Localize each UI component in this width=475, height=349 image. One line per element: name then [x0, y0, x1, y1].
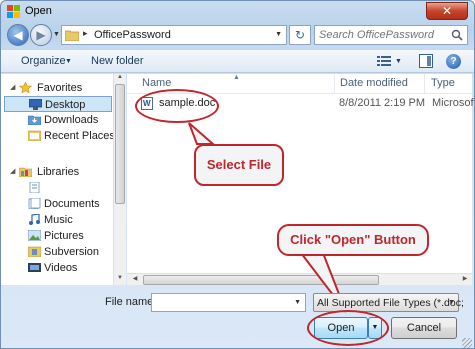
scroll-up-icon[interactable]: ▲ [114, 74, 126, 84]
scroll-down-icon[interactable]: ▼ [114, 275, 126, 285]
help-button[interactable]: ? [446, 54, 461, 69]
nav-item-desktop[interactable]: Desktop [4, 96, 112, 112]
nav-item-unnamed[interactable] [1, 180, 113, 196]
star-icon [19, 82, 32, 93]
title-bar: Open ✕ [1, 1, 474, 23]
nav-item-label: Pictures [44, 230, 84, 242]
folder-icon [65, 30, 79, 41]
file-type-value: All Supported File Types (*.doc; [317, 297, 464, 309]
libraries-icon [19, 167, 32, 177]
file-type-dropdown-icon[interactable]: ▼ [448, 299, 455, 306]
change-view-icon[interactable] [377, 55, 391, 67]
search-input[interactable] [317, 27, 445, 43]
downloads-icon [28, 115, 41, 125]
new-folder-button[interactable]: New folder [91, 55, 144, 67]
file-name-label: File name: [105, 296, 157, 308]
click-open-callout: Click "Open" Button [277, 224, 429, 256]
forward-arrow-icon: ▶ [36, 28, 46, 42]
preview-pane-icon[interactable] [419, 54, 433, 68]
file-type: Microsoft [432, 97, 475, 109]
column-type[interactable]: Type [431, 77, 455, 89]
search-icon[interactable] [451, 29, 463, 41]
nav-item-label: Downloads [44, 114, 99, 126]
column-name[interactable]: Name [142, 77, 171, 89]
scrollbar-thumb[interactable] [115, 84, 125, 204]
address-dropdown-icon[interactable]: ▼ [275, 31, 282, 38]
music-icon [29, 214, 40, 225]
open-dialog: Open ✕ ◀ ▶ ▼ ▸ OfficePassword ▼ ↻ Search… [0, 0, 475, 349]
sort-ascending-icon: ▲ [233, 74, 240, 81]
view-dropdown-icon[interactable]: ▼ [395, 58, 402, 65]
file-name-input[interactable]: ▼ [151, 293, 306, 312]
file-type-select[interactable]: All Supported File Types (*.doc; ▼ [313, 293, 464, 312]
nav-item-label: Recent Places [44, 130, 115, 142]
nav-favorites[interactable]: Favorites [1, 80, 113, 96]
address-bar[interactable]: ▸ OfficePassword ▼ [61, 25, 287, 45]
recent-pages-dropdown-icon[interactable]: ▼ [53, 31, 60, 38]
refresh-icon: ↻ [294, 28, 306, 42]
navigation-pane: ◢ Favorites Desktop Downloads Recent Pla… [1, 74, 126, 285]
desktop-icon [29, 99, 42, 110]
window-title: Open [25, 5, 52, 17]
nav-item-music[interactable]: Music [1, 212, 113, 228]
app-icon [7, 5, 20, 18]
navigation-pane-scrollbar[interactable]: ▲ ▼ [113, 74, 126, 285]
nav-item-label: Documents [44, 198, 100, 210]
nav-item-label: Videos [44, 262, 78, 274]
document-icon [29, 182, 40, 193]
nav-libraries[interactable]: Libraries [1, 164, 113, 180]
organize-button[interactable]: Organize [21, 55, 66, 67]
pictures-icon [28, 230, 41, 241]
videos-icon [28, 263, 41, 272]
scroll-right-icon[interactable]: ▶ [459, 275, 471, 285]
organize-dropdown-icon[interactable]: ▼ [65, 58, 72, 65]
nav-favorites-label: Favorites [37, 82, 83, 94]
select-file-callout: Select File [194, 144, 284, 186]
forward-button[interactable]: ▶ [30, 24, 52, 46]
column-date-modified[interactable]: Date modified [340, 77, 408, 89]
nav-item-documents[interactable]: Documents [1, 196, 113, 212]
nav-item-downloads[interactable]: Downloads [1, 112, 113, 128]
nav-libraries-label: Libraries [37, 166, 80, 178]
file-name-dropdown-icon[interactable]: ▼ [294, 299, 301, 306]
path-separator-icon[interactable]: ▸ [83, 28, 88, 39]
close-button[interactable]: ✕ [426, 2, 468, 20]
nav-item-subversion[interactable]: Subversion [1, 244, 113, 260]
file-date-modified: 8/8/2011 2:19 PM [339, 97, 426, 109]
select-file-highlight-ellipse [135, 89, 219, 123]
address-path[interactable]: OfficePassword [94, 29, 171, 41]
nav-item-label: Music [44, 214, 73, 226]
nav-item-recent-places[interactable]: Recent Places [1, 128, 115, 144]
select-file-callout-text: Select File [206, 157, 272, 172]
close-icon: ✕ [441, 4, 453, 18]
nav-item-label: Subversion [44, 246, 100, 258]
navigation-bar: ◀ ▶ ▼ ▸ OfficePassword ▼ ↻ [1, 23, 474, 47]
horizontal-scrollbar-thumb[interactable] [143, 275, 379, 285]
horizontal-scrollbar[interactable]: ◀ ▶ [127, 273, 472, 285]
nav-item-label: Desktop [45, 99, 86, 111]
nav-item-pictures[interactable]: Pictures [1, 228, 113, 244]
dialog-footer: File name: ▼ All Supported File Types (*… [1, 286, 474, 348]
nav-item-videos[interactable]: Videos [1, 260, 113, 276]
resize-grip-icon[interactable] [462, 338, 472, 348]
command-toolbar: Organize ▼ New folder ▼ ? [1, 49, 474, 73]
refresh-button[interactable]: ↻ [289, 25, 311, 45]
recent-places-icon [28, 130, 41, 141]
back-button[interactable]: ◀ [7, 24, 29, 46]
cancel-button[interactable]: Cancel [391, 317, 457, 339]
column-divider[interactable] [334, 74, 335, 94]
search-box[interactable] [314, 25, 468, 45]
back-arrow-icon: ◀ [13, 28, 23, 42]
help-icon: ? [450, 56, 457, 67]
click-open-callout-text: Click "Open" Button [290, 232, 416, 247]
open-button-highlight-ellipse [307, 310, 389, 346]
scroll-left-icon[interactable]: ◀ [129, 275, 141, 285]
cancel-button-label: Cancel [406, 322, 442, 334]
subversion-icon [28, 246, 41, 257]
documents-icon [28, 198, 41, 209]
column-divider[interactable] [424, 74, 425, 94]
